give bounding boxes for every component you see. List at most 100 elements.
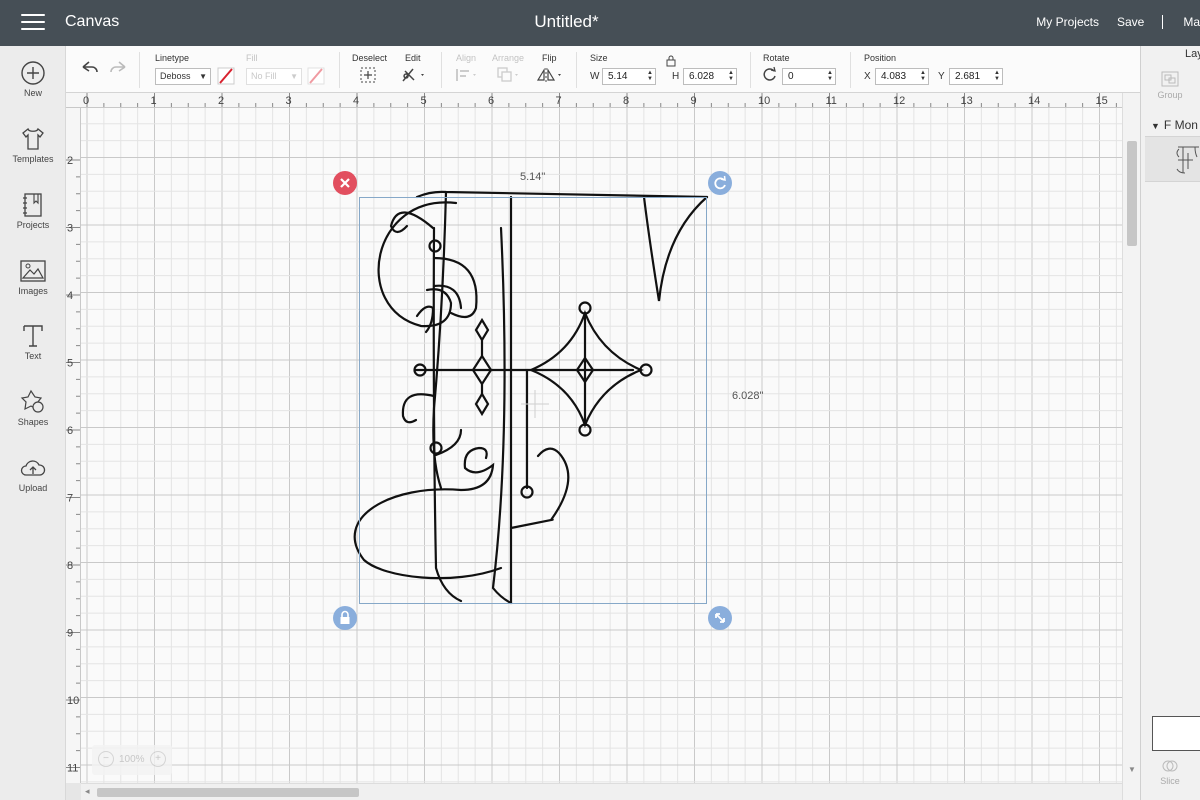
horizontal-ruler-ticks: 0 1 2 3 4 5 6 7 8 9 10 11 12 13 14 15 <box>83 93 1117 107</box>
horizontal-ruler: 0 1 2 3 4 5 6 7 8 9 10 11 12 13 14 15 <box>66 93 1122 108</box>
layer-color-box[interactable] <box>1152 716 1200 751</box>
ruler-label: 10 <box>67 695 79 707</box>
separator <box>1162 15 1164 29</box>
separator <box>139 52 140 88</box>
height-value: 6.028 <box>689 71 715 82</box>
y-position-input[interactable]: 2.681 ▲ ▼ <box>949 68 1003 85</box>
edit-tools-icon[interactable] <box>401 66 427 84</box>
make-it-button[interactable]: Ma <box>1183 15 1200 29</box>
edit-toolbar: Linetype Deboss ▼ Fill No Fill ▼ Deselec… <box>66 46 1140 93</box>
resize-handle-icon[interactable] <box>707 605 733 631</box>
horizontal-scroll-thumb[interactable] <box>97 788 359 797</box>
redo-icon[interactable] <box>108 60 128 76</box>
vertical-ruler: 2 3 4 5 6 7 8 9 10 11 <box>66 108 81 783</box>
ruler-label: 6 <box>67 425 73 437</box>
width-value: 5.14 <box>608 71 628 82</box>
fill-select[interactable]: No Fill ▼ <box>246 68 302 85</box>
zoom-out-button[interactable]: − <box>98 751 114 767</box>
stepper-icon[interactable]: ▲ ▼ <box>827 70 833 82</box>
linetype-select[interactable]: Deboss ▼ <box>155 68 211 85</box>
rotate-handle-icon[interactable] <box>707 170 733 196</box>
deselect-icon[interactable] <box>359 66 377 84</box>
slice-button[interactable]: Slice <box>1145 758 1195 786</box>
rotate-label: Rotate <box>763 53 790 63</box>
sidebar-item-projects[interactable]: Projects <box>0 192 66 230</box>
width-input[interactable]: 5.14 ▲ ▼ <box>602 68 656 85</box>
rotate-input[interactable]: 0 ▲ ▼ <box>782 68 836 85</box>
horizontal-scrollbar[interactable]: ◂ <box>81 783 1122 800</box>
ruler-label: 10 <box>758 95 770 107</box>
delete-icon[interactable] <box>332 170 358 196</box>
ruler-label: 7 <box>556 95 562 107</box>
rotate-icon <box>763 66 776 81</box>
ruler-label: 5 <box>67 358 73 370</box>
height-input[interactable]: 6.028 ▲ ▼ <box>683 68 737 85</box>
my-projects-link[interactable]: My Projects <box>1036 15 1099 29</box>
stepper-icon[interactable]: ▲ ▼ <box>728 70 734 82</box>
separator <box>441 52 442 88</box>
flip-label: Flip <box>542 53 557 63</box>
ruler-label: 8 <box>623 95 629 107</box>
vertical-scrollbar[interactable]: ▼ <box>1122 93 1140 800</box>
shapes-icon <box>20 389 44 413</box>
chevron-down-icon: ▼ <box>199 72 207 81</box>
sidebar-item-label: Images <box>18 286 48 296</box>
group-icon <box>1161 71 1179 87</box>
save-button[interactable]: Save <box>1117 15 1144 29</box>
group-button[interactable]: Group <box>1145 70 1195 108</box>
fill-label: Fill <box>246 53 258 63</box>
rotate-value: 0 <box>788 71 794 82</box>
fill-color-swatch[interactable] <box>307 67 325 85</box>
stepper-icon[interactable]: ▲ ▼ <box>994 70 1000 82</box>
vertical-scroll-thumb[interactable] <box>1127 141 1137 246</box>
zoom-in-button[interactable]: + <box>150 751 166 767</box>
selection-box <box>359 197 707 604</box>
image-icon <box>20 260 46 282</box>
selection-width-label: 5.14" <box>520 171 546 183</box>
layer-thumbnail[interactable] <box>1145 136 1200 182</box>
tab-layers[interactable]: Lay <box>1185 48 1200 60</box>
align-icon[interactable] <box>454 66 480 84</box>
ruler-label: 2 <box>218 95 224 107</box>
scroll-down-icon[interactable]: ▼ <box>1128 765 1136 774</box>
lock-proportions-icon[interactable] <box>332 605 358 631</box>
document-title: Untitled* <box>534 12 599 31</box>
sidebar-item-shapes[interactable]: Shapes <box>0 389 66 427</box>
lock-icon[interactable] <box>666 55 676 67</box>
left-sidebar: New Templates Projects Images Text Shape… <box>0 46 66 800</box>
group-label: Group <box>1157 90 1183 100</box>
ruler-label: 0 <box>83 95 89 107</box>
stepper-icon[interactable]: ▲ ▼ <box>647 70 653 82</box>
plus-circle-icon <box>21 61 45 85</box>
sidebar-item-new[interactable]: New <box>0 60 66 98</box>
scroll-left-icon[interactable]: ◂ <box>85 786 90 797</box>
stepper-icon[interactable]: ▲ ▼ <box>920 70 926 82</box>
undo-icon[interactable] <box>80 60 100 76</box>
sidebar-item-upload[interactable]: Upload <box>0 455 66 493</box>
arrange-icon[interactable] <box>496 66 522 84</box>
size-label: Size <box>590 53 608 63</box>
design-canvas[interactable]: 5.14" 6.028" <box>81 108 1122 783</box>
ruler-label: 4 <box>67 290 73 302</box>
flip-icon[interactable] <box>536 66 564 84</box>
zoom-control: − 100% + <box>92 745 172 775</box>
selection-height-label: 6.028" <box>732 390 764 402</box>
x-position-input[interactable]: 4.083 ▲ ▼ <box>875 68 929 85</box>
ruler-label: 11 <box>67 763 78 775</box>
x-label: X <box>864 71 871 82</box>
chevron-down-icon: ▼ <box>1151 121 1160 131</box>
zoom-value: 100% <box>119 754 145 765</box>
sidebar-item-templates[interactable]: Templates <box>0 126 66 164</box>
position-label: Position <box>864 53 897 63</box>
vertical-ruler-ticks: 2 3 4 5 6 7 8 9 10 11 <box>66 155 80 775</box>
sidebar-item-label: Shapes <box>17 417 49 427</box>
align-label: Align <box>456 53 477 63</box>
sidebar-item-text[interactable]: Text <box>0 323 66 361</box>
ruler-label: 7 <box>67 493 73 505</box>
x-position-value: 4.083 <box>881 71 907 82</box>
ruler-label: 5 <box>421 95 427 107</box>
linetype-color-swatch[interactable] <box>217 67 235 85</box>
sidebar-item-images[interactable]: Images <box>0 258 66 296</box>
layer-item[interactable]: ▼ F Mon <box>1151 118 1198 132</box>
linetype-value: Deboss <box>160 71 191 81</box>
